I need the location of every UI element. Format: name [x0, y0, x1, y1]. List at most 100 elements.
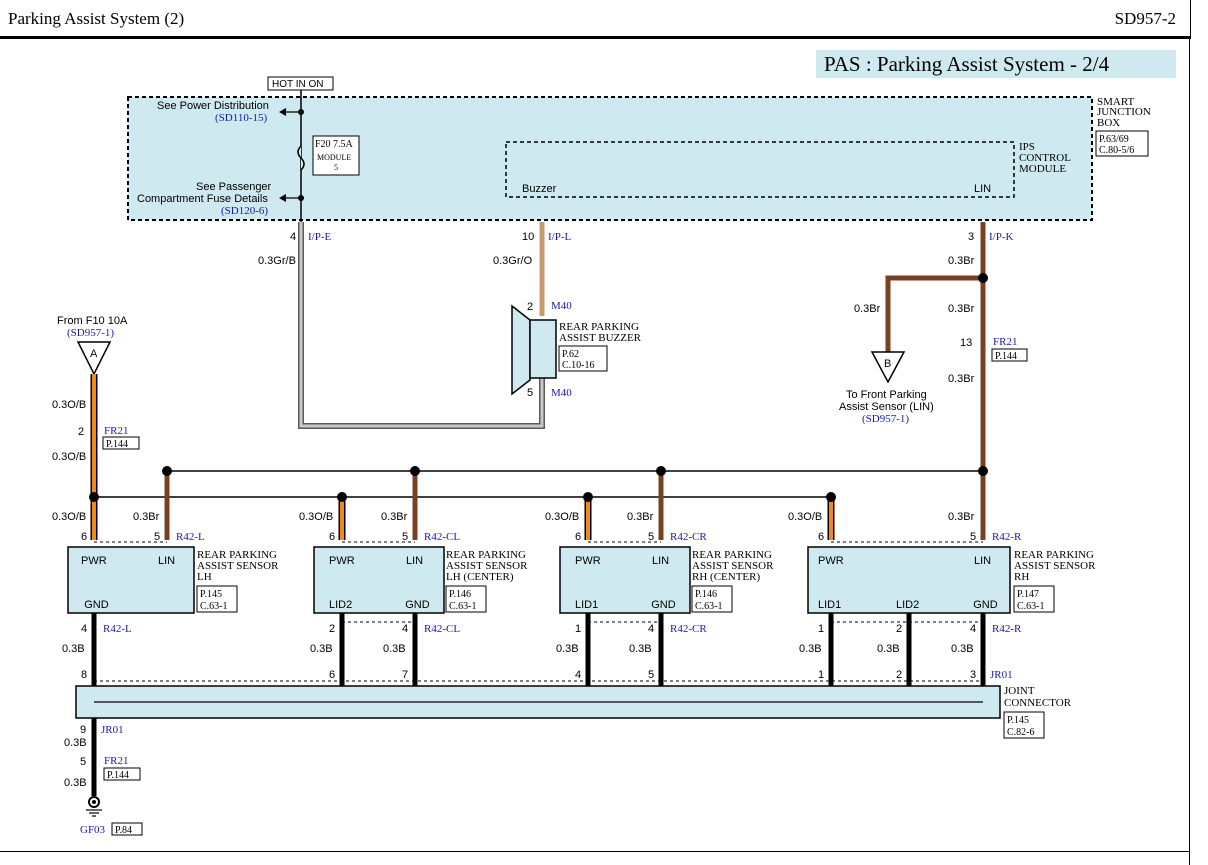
sensor-rh-bottom-pin-2: 2	[896, 623, 902, 635]
sensor-rh-center-top-conn: R42-CR	[670, 531, 707, 543]
wire-grb	[299, 222, 544, 428]
ip-e-wire: 0.3Gr/B	[258, 255, 296, 267]
hot-in-on-label: HOT IN ON	[272, 79, 323, 90]
sensor-rh-top-conn: R42-R	[992, 531, 1022, 543]
sensor-rh-jc-pin-3: 3	[970, 669, 976, 681]
fr21-left-pin: 2	[78, 426, 84, 438]
branch-b-label-1: To Front Parking	[846, 389, 927, 401]
passenger-label-2: Compartment Fuse Details	[137, 193, 268, 205]
sensor-lh-bottom-wire-1: 0.3B	[62, 643, 85, 655]
sensor-rh-lin-wire-label: 0.3Br	[948, 511, 975, 523]
sensor-rh-center-pwr-wire-label: 0.3O/B	[545, 511, 579, 523]
jc-ref-1: P.145	[1007, 715, 1029, 726]
sensor-lh-lin-label: LIN	[158, 555, 175, 567]
sensor-rh-ref-2: C.63-1	[1017, 601, 1045, 612]
fr21-right-ref: P.144	[995, 351, 1017, 362]
sensor-lh-title-3: LH	[197, 571, 212, 583]
sensor-lh-jc-pin-1: 8	[81, 669, 87, 681]
jc-out-pin: 9	[80, 724, 86, 736]
sensor-lh-center-lin-pin: 5	[402, 531, 408, 543]
gf03-ref: P.84	[115, 825, 132, 836]
source-a-wire1: 0.3O/B	[52, 399, 86, 411]
sensor-rh-center-lin-wire-label: 0.3Br	[627, 511, 654, 523]
sensor-rh-center-bottom-label-1: LID1	[575, 599, 598, 611]
sensor-rh-bottom-wire-2: 0.3B	[877, 643, 900, 655]
buzzer-label-2: ASSIST BUZZER	[559, 332, 642, 344]
fr21-ground-ref: P.144	[107, 770, 129, 781]
jc-out-wire: 0.3B	[64, 737, 87, 749]
sensor-lh-center-bottom-wire-2: 0.3B	[383, 643, 406, 655]
sensor-lh-center-bottom-pin-2: 4	[402, 623, 408, 635]
sensor-lh-center-pwr-label: PWR	[329, 555, 355, 567]
sensor-lh-center-jc-pin-1: 6	[329, 669, 335, 681]
sensor-rh-ref-1: P.147	[1017, 589, 1039, 600]
sjb-ref-2: C.80-5/6	[1099, 145, 1134, 156]
fr21-right-name: FR21	[993, 336, 1017, 348]
passenger-label-1: See Passenger	[196, 181, 272, 193]
jc-ref-2: C.82-6	[1007, 727, 1035, 738]
sensor-rh-center-pwr-node	[583, 492, 593, 502]
ground-symbol-dot	[92, 800, 96, 804]
passenger-ref: (SD120-6)	[221, 205, 268, 217]
source-a-ref: (SD957-1)	[67, 327, 114, 339]
sensor-lh-center-bottom-conn: R42-CL	[424, 623, 460, 635]
ip-e-pin: 4	[290, 231, 296, 243]
sensor-layer: 0.3O/B 0.3Br6 5 R42-LPWR LIN REAR PARKINGASSI…	[52, 466, 1096, 706]
sensor-lh-lin-pin: 5	[154, 531, 160, 543]
sensor-rh-center-bottom-wire-2: 0.3B	[629, 643, 652, 655]
ip-k-wire: 0.3Br	[948, 255, 975, 267]
sensor-lh-pwr-wire-label: 0.3O/B	[52, 511, 86, 523]
fuse-module-2: 5	[334, 163, 338, 172]
sensor-lh-pwr-pin: 6	[81, 531, 87, 543]
sensor-rh-center-pwr-pin: 6	[575, 531, 581, 543]
sensor-rh-center-jc-pin-2: 5	[648, 669, 654, 681]
branch-wire-lower: 0.3Br	[948, 373, 975, 385]
sensor-rh-pwr-wire-label: 0.3O/B	[788, 511, 822, 523]
power-dist-label: See Power Distribution	[157, 100, 269, 112]
sensor-rh-lin-pin: 5	[970, 531, 976, 543]
wiring-diagram: SMART JUNCTION BOX P.63/69 C.80-5/6 IPS …	[52, 76, 1151, 836]
lin-split-node	[978, 273, 988, 283]
sensor-rh-center-bottom-wire-1: 0.3B	[556, 643, 579, 655]
sensor-rh-center-bottom-pin-1: 1	[575, 623, 581, 635]
ips-lin-pin: LIN	[974, 183, 991, 195]
sensor-lh-bottom-conn: R42-L	[103, 623, 132, 635]
power-dist-ref: (SD110-15)	[215, 112, 267, 124]
sensor-rh-bottom-label-3: GND	[973, 599, 998, 611]
sensor-rh-bottom-pin-1: 1	[818, 623, 824, 635]
branch-wire-right: 0.3Br	[948, 303, 975, 315]
wire-grb-outline	[298, 222, 545, 429]
buzzer-top-pin: 2	[527, 301, 533, 313]
sensor-rh-center-title-3: RH (CENTER)	[692, 571, 760, 583]
ip-e-name: I/P-E	[308, 231, 332, 243]
jr01-right-name: JR01	[990, 669, 1013, 681]
buzzer-top-conn: M40	[551, 300, 572, 312]
sensor-lh-center-lin-node	[410, 466, 420, 476]
sensor-rh-center-bottom-label-2: GND	[651, 599, 676, 611]
sensor-lh-center-bottom-label-1: LID2	[329, 599, 352, 611]
sensor-rh-jc-pin-2: 2	[896, 669, 902, 681]
sensor-lh-lin-wire-label: 0.3Br	[133, 511, 160, 523]
jr01-bottom-name: JR01	[101, 724, 124, 736]
sensor-rh-center-lin-label: LIN	[652, 555, 669, 567]
sensor-lh-center-pwr-node	[337, 492, 347, 502]
sensor-lh-center-bottom-label-2: GND	[405, 599, 430, 611]
branch-wire-left: 0.3Br	[854, 303, 881, 315]
sensor-lh-bottom-label-1: GND	[84, 599, 109, 611]
sensor-rh-center-ref-1: P.146	[695, 589, 717, 600]
ip-k-name: I/P-K	[989, 231, 1014, 243]
sjb-ref-1: P.63/69	[1099, 134, 1129, 145]
sensor-lh-lin-node	[162, 466, 172, 476]
sensor-rh-pwr-node	[826, 492, 836, 502]
sensor-lh-center-bottom-pin-1: 2	[329, 623, 335, 635]
fuse-module-1: MODULE	[317, 153, 351, 162]
sensor-rh-bottom-wire-3: 0.3B	[951, 643, 974, 655]
fuse-rating: F20 7.5A	[315, 139, 354, 150]
sensor-lh-top-conn: R42-L	[176, 531, 205, 543]
sensor-rh-center-jc-pin-1: 4	[575, 669, 581, 681]
sensor-rh-center-bottom-conn: R42-CR	[670, 623, 707, 635]
branch-b-label-2: Assist Sensor (LIN)	[839, 401, 934, 413]
sensor-rh-center-lin-pin: 5	[648, 531, 654, 543]
branch-b-ref: (SD957-1)	[862, 413, 909, 425]
sensor-rh-bottom-label-2: LID2	[896, 599, 919, 611]
